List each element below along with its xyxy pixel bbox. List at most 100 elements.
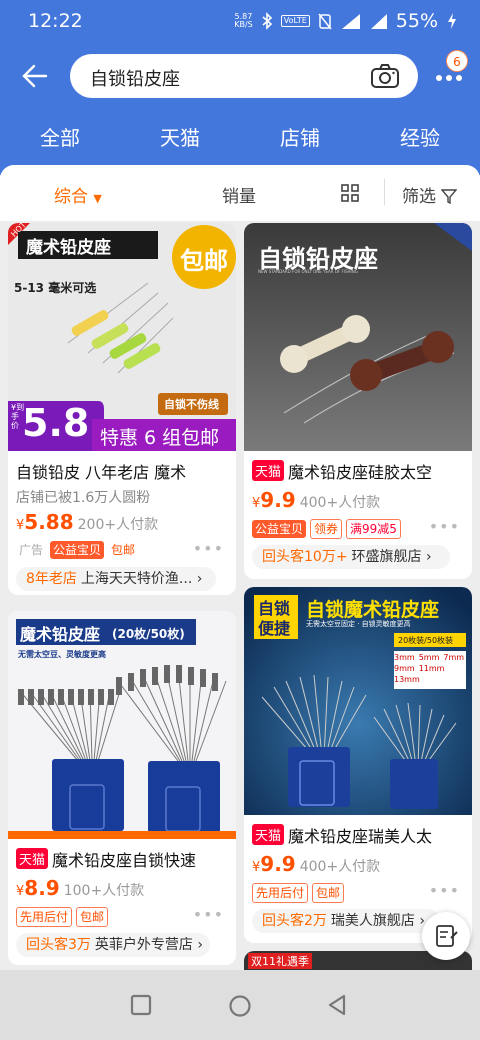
shop-followers: 店铺已被1.6万人圆粉 — [16, 490, 151, 506]
filter-icon — [440, 189, 458, 205]
product-title[interactable]: 天猫 魔术铅皮座自锁快速 — [16, 847, 232, 871]
product-image[interactable]: 魔术铅皮座 (20枚/50枚) 无需太空豆、灵敏度更高 — [8, 611, 236, 839]
message-count-badge: 6 — [446, 50, 468, 72]
feedback-button[interactable] — [422, 912, 470, 960]
product-image[interactable]: 自锁铅皮座 NEW STANDARD FOR ONLY ONE YEAR OF … — [244, 223, 472, 451]
shop-link[interactable]: 回头客2万 瑞美人旗舰店 › — [252, 909, 440, 933]
sales-count: 200+人付款 — [77, 517, 159, 533]
sort-comprehensive[interactable]: 综合 ▼ — [54, 182, 102, 207]
image-price-label: ¥到手价 — [11, 403, 25, 430]
product-title[interactable]: 天猫 魔术铅皮座瑞美人太 — [252, 823, 468, 847]
shop-name: 环盛旗舰店 — [351, 549, 422, 565]
tag-free-shipping: 包邮 — [76, 907, 109, 927]
header: 12:22 5.87 KB/S VoLTE 55% 自锁铅皮座 6 全部 天猫 店… — [0, 0, 480, 175]
tag-row: 公益宝贝 领券 满99减5 — [252, 519, 401, 539]
home-icon[interactable] — [228, 994, 252, 1018]
tag-coupon: 领券 — [310, 519, 343, 539]
status-time: 12:22 — [28, 10, 83, 32]
image-size-text: 5-13 毫米可选 — [14, 281, 97, 295]
tmall-badge: 天猫 — [252, 824, 285, 845]
product-card[interactable]: HOT 魔术铅皮座 包邮 5-13 毫米可选 自锁不伤线 ¥到手价 5.8 特惠… — [8, 223, 236, 595]
shop-badge: 回头客2万 — [262, 913, 327, 929]
shop-badge: 8年老店 — [26, 571, 77, 587]
tag-free-shipping: 包邮 — [111, 543, 136, 557]
tab-tmall[interactable]: 天猫 — [120, 122, 240, 151]
ad-label: 广告 — [19, 543, 44, 557]
status-icons: 5.87 KB/S VoLTE 55% — [234, 10, 458, 32]
shop-name: 上海天天特价渔... — [80, 571, 193, 587]
sort-sales[interactable]: 销量 — [222, 182, 256, 207]
tag-row: 先用后付 包邮 — [16, 907, 109, 927]
signal-icon — [370, 14, 387, 29]
product-image[interactable]: 自锁 便捷 自锁魔术铅皮座 无需太空豆固定 · 自锁灵敏度更高 20枚装/50枚… — [244, 587, 472, 815]
shop-link[interactable]: 回头客3万 英菲户外专营店 › — [16, 933, 210, 957]
sales-count: 400+人付款 — [299, 495, 381, 511]
tag-pay-later: 先用后付 — [16, 907, 73, 927]
product-card[interactable]: 自锁 便捷 自锁魔术铅皮座 无需太空豆固定 · 自锁灵敏度更高 20枚装/50枚… — [244, 587, 472, 943]
product-card[interactable]: 自锁铅皮座 NEW STANDARD FOR ONLY ONE YEAR OF … — [244, 223, 472, 579]
image-tag-2: 便捷 — [258, 619, 291, 638]
shop-link[interactable]: 回头客10万+ 环盛旗舰店 › — [252, 545, 450, 569]
tag-row: 广告 公益宝贝 包邮 — [16, 541, 138, 559]
sort-bar: 综合 ▼ 销量 筛选 — [0, 165, 480, 221]
divider — [384, 179, 385, 205]
image-badge-text: 自锁不伤线 — [164, 398, 219, 411]
image-price: 5.8 — [22, 401, 90, 445]
tmall-badge: 天猫 — [252, 460, 285, 481]
signal-4g-icon — [341, 14, 360, 29]
promo-badge: 双11礼遇季 — [248, 953, 312, 969]
tab-experience[interactable]: 经验 — [360, 122, 480, 151]
system-nav-bar — [0, 970, 480, 1040]
back-arrow-icon[interactable] — [18, 60, 50, 92]
tab-all[interactable]: 全部 — [0, 122, 120, 151]
image-count-text: (20枚/50枚) — [112, 627, 185, 641]
search-box[interactable]: 自锁铅皮座 — [70, 54, 418, 98]
image-banner-text: 魔术铅皮座 — [20, 625, 101, 644]
tag-free-shipping: 包邮 — [312, 883, 345, 903]
product-title[interactable]: 自锁铅皮 八年老店 魔术 — [16, 459, 232, 483]
product-title[interactable]: 天猫 魔术铅皮座硅胶太空 — [252, 459, 468, 483]
results-panel: 综合 ▼ 销量 筛选 HOT 魔术铅皮座 包邮 5-13 毫米可选 自锁不伤线 … — [0, 165, 480, 970]
image-count-text: 20枚装/50枚装 — [398, 636, 454, 645]
image-subtitle: NEW STANDARD FOR ONLY ONE YEAR OF FISHIN… — [258, 269, 358, 274]
image-size-list: 3mm 5mm 7mm 9mm 11mm 13mm — [394, 653, 465, 684]
product-price: ¥9.9 400+人付款 — [252, 488, 381, 512]
more-options-icon[interactable]: ••• — [429, 517, 460, 536]
image-promo: 特惠 6 组包邮 — [100, 427, 220, 449]
sales-count: 100+人付款 — [63, 883, 145, 899]
tab-shops[interactable]: 店铺 — [240, 122, 360, 151]
mute-icon — [318, 13, 332, 30]
shop-name: 英菲户外专营店 — [94, 937, 193, 953]
tmall-badge: 天猫 — [16, 848, 49, 869]
shop-badge: 回头客10万+ — [262, 549, 348, 565]
filter-button[interactable]: 筛选 — [402, 182, 458, 207]
back-icon[interactable] — [326, 994, 348, 1016]
more-options-icon[interactable]: ••• — [193, 905, 224, 924]
product-price: ¥5.88 200+人付款 — [16, 510, 159, 534]
image-free-shipping: 包邮 — [180, 247, 228, 275]
status-bar: 12:22 5.87 KB/S VoLTE 55% — [0, 0, 480, 44]
grid-view-icon[interactable] — [340, 183, 360, 203]
image-banner-text: 魔术铅皮座 — [26, 238, 111, 258]
image-sub-text: 无需太空豆、灵敏度更高 — [18, 650, 106, 659]
product-photo — [8, 611, 236, 839]
search-tabs: 全部 天猫 店铺 经验 — [0, 118, 480, 158]
more-menu-button[interactable]: 6 — [434, 50, 470, 88]
tag-charity: 公益宝贝 — [50, 541, 105, 559]
charging-icon — [448, 13, 456, 29]
edit-note-icon — [436, 925, 458, 947]
tag-discount: 满99减5 — [346, 519, 401, 539]
shop-link[interactable]: 8年老店 上海天天特价渔... › — [16, 567, 216, 591]
recents-icon[interactable] — [130, 994, 152, 1016]
tag-charity: 公益宝贝 — [252, 520, 307, 538]
camera-icon[interactable] — [370, 63, 400, 89]
more-options-icon[interactable]: ••• — [193, 539, 224, 558]
tag-row: 先用后付 包邮 — [252, 883, 345, 903]
product-price: ¥9.9 400+人付款 — [252, 852, 381, 876]
bluetooth-icon — [262, 12, 272, 30]
more-options-icon[interactable]: ••• — [429, 881, 460, 900]
sales-count: 400+人付款 — [299, 859, 381, 875]
search-input[interactable]: 自锁铅皮座 — [90, 65, 180, 91]
product-card[interactable]: 魔术铅皮座 (20枚/50枚) 无需太空豆、灵敏度更高 天猫 魔术铅皮座自锁快速 … — [8, 611, 236, 965]
product-image[interactable]: HOT 魔术铅皮座 包邮 5-13 毫米可选 自锁不伤线 ¥到手价 5.8 特惠… — [8, 223, 236, 451]
